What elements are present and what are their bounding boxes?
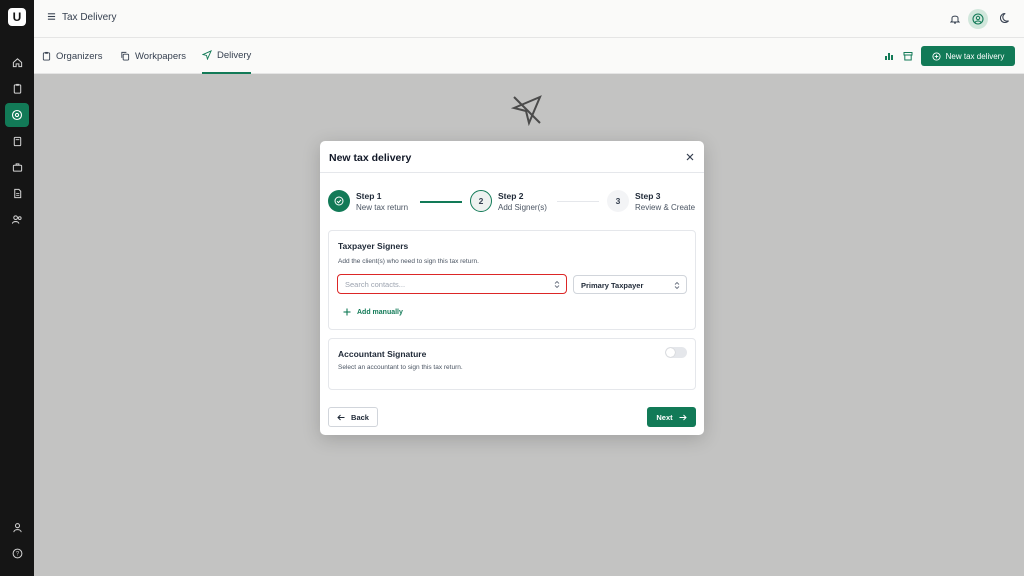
step-3-title: Step 3 xyxy=(635,190,661,201)
archive-icon[interactable] xyxy=(903,51,913,61)
modal-title: New tax delivery xyxy=(329,152,412,164)
avatar-button[interactable] xyxy=(968,9,988,29)
search-contacts-combobox[interactable] xyxy=(337,274,567,294)
clipboard-icon xyxy=(13,83,21,94)
send-icon xyxy=(202,50,212,60)
sidebar-item-organizers[interactable] xyxy=(5,76,29,100)
sidebar-item-delivery[interactable] xyxy=(5,103,29,127)
step-3-text: Step 3 Review & Create xyxy=(635,191,695,212)
document-icon xyxy=(13,188,21,198)
step-1-title: Step 1 xyxy=(356,190,382,201)
step-connector-1 xyxy=(420,201,462,203)
step-2-subtitle: Add Signer(s) xyxy=(498,202,547,212)
step-3: 3 Step 3 Review & Create xyxy=(607,190,695,212)
svg-text:?: ? xyxy=(15,551,19,557)
app-logo[interactable]: U xyxy=(8,8,26,26)
step-1-text: Step 1 New tax return xyxy=(356,191,408,212)
page-title: Tax Delivery xyxy=(62,12,117,23)
plus-icon xyxy=(343,308,351,316)
briefcase-icon xyxy=(12,162,22,172)
accountant-signature-title: Accountant Signature xyxy=(338,349,427,359)
step-2: 2 Step 2 Add Signer(s) xyxy=(470,190,547,212)
tab-label: Workpapers xyxy=(135,50,187,62)
moon-icon[interactable] xyxy=(1000,12,1012,24)
accountant-signature-toggle[interactable] xyxy=(665,347,687,358)
search-contacts-input[interactable] xyxy=(345,278,545,290)
user-circle-icon xyxy=(972,13,984,25)
arrow-right-icon xyxy=(679,414,687,420)
users-icon xyxy=(11,214,22,224)
tab-organizers[interactable]: Organizers xyxy=(42,38,102,74)
accountant-signature-subtitle: Select an accountant to sign this tax re… xyxy=(338,364,463,371)
chart-icon[interactable] xyxy=(884,51,894,61)
new-tax-delivery-button[interactable]: New tax delivery xyxy=(921,46,1015,66)
next-button[interactable]: Next xyxy=(647,407,696,427)
sidebar-item-calculator[interactable] xyxy=(5,129,29,153)
step-3-circle: 3 xyxy=(607,190,629,212)
delivery-icon xyxy=(11,109,23,121)
next-label: Next xyxy=(656,412,673,422)
sidebar-item-contacts[interactable] xyxy=(5,207,29,231)
step-2-text: Step 2 Add Signer(s) xyxy=(498,191,547,212)
sidebar-item-profile[interactable] xyxy=(5,515,29,539)
tab-workpapers[interactable]: Workpapers xyxy=(120,38,186,74)
sidebar-item-briefcase[interactable] xyxy=(5,155,29,179)
empty-delivery-icon xyxy=(511,95,542,126)
step-3-subtitle: Review & Create xyxy=(635,202,696,212)
plus-circle-icon xyxy=(932,51,941,61)
new-tax-delivery-modal: New tax delivery Step 1 New tax return 2… xyxy=(320,141,704,435)
top-bar: Tax Delivery xyxy=(34,0,1024,38)
signer-role-select[interactable]: Primary Taxpayer xyxy=(573,275,687,294)
clipboard-icon xyxy=(42,51,51,61)
accountant-signature-card: Accountant Signature Select an accountan… xyxy=(328,338,696,390)
copy-icon xyxy=(121,51,130,61)
step-2-title: Step 2 xyxy=(498,190,524,201)
sidebar: U ? xyxy=(0,0,34,576)
chevron-up-down-icon xyxy=(554,280,560,289)
taxpayer-signers-card: Taxpayer Signers Add the client(s) who n… xyxy=(328,230,696,330)
chevron-up-down-icon xyxy=(674,281,680,290)
add-manually-button[interactable]: Add manually xyxy=(343,308,403,316)
taxpayer-signers-subtitle: Add the client(s) who need to sign this … xyxy=(338,258,479,265)
sidebar-item-home[interactable] xyxy=(5,50,29,74)
back-button[interactable]: Back xyxy=(328,407,378,427)
close-icon[interactable] xyxy=(685,152,695,162)
modal-header: New tax delivery xyxy=(320,141,704,173)
tab-delivery[interactable]: Delivery xyxy=(202,38,252,74)
home-icon xyxy=(12,57,22,67)
menu-icon[interactable] xyxy=(47,12,56,21)
user-icon xyxy=(12,522,22,532)
signer-role-value: Primary Taxpayer xyxy=(581,281,644,290)
bell-icon[interactable] xyxy=(950,13,960,24)
calculator-icon xyxy=(13,136,21,146)
back-label: Back xyxy=(351,412,369,422)
tab-bar: Organizers Workpapers Delivery New tax d… xyxy=(34,38,1024,74)
tab-label: Organizers xyxy=(56,50,103,62)
sidebar-item-help[interactable]: ? xyxy=(5,541,29,565)
arrow-left-icon xyxy=(337,414,345,420)
step-1-circle xyxy=(328,190,350,212)
sidebar-item-documents[interactable] xyxy=(5,181,29,205)
step-1: Step 1 New tax return xyxy=(328,190,408,212)
add-manually-label: Add manually xyxy=(357,308,403,316)
check-circle-icon xyxy=(334,196,344,206)
step-2-circle: 2 xyxy=(470,190,492,212)
new-tax-delivery-label: New tax delivery xyxy=(945,51,1005,61)
taxpayer-signers-title: Taxpayer Signers xyxy=(338,241,409,251)
step-1-subtitle: New tax return xyxy=(356,202,409,212)
step-connector-2 xyxy=(557,201,599,202)
help-icon: ? xyxy=(12,548,22,558)
tab-label: Delivery xyxy=(217,49,252,61)
